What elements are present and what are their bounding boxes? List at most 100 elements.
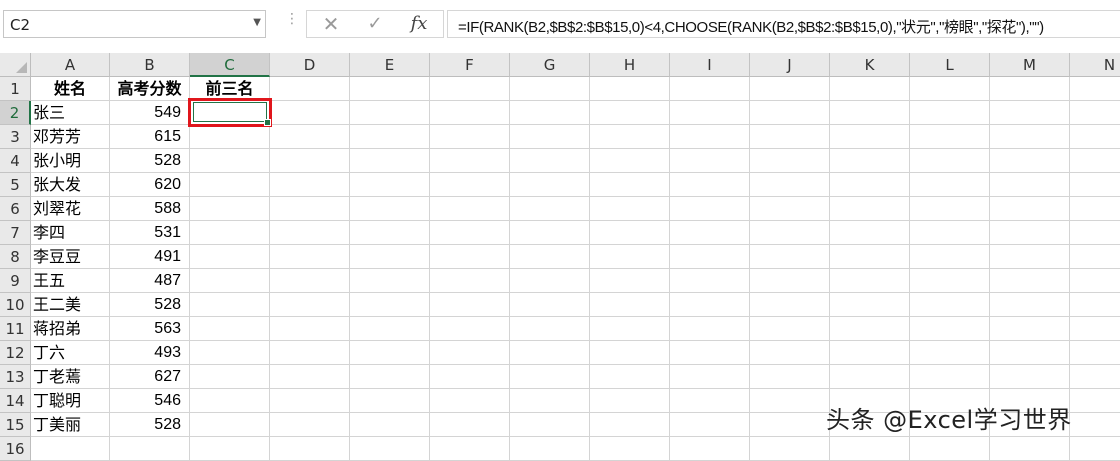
cell-m10[interactable] (990, 293, 1070, 317)
cell-m13[interactable] (990, 365, 1070, 389)
cell-c6[interactable] (190, 197, 270, 221)
cell-m1[interactable] (990, 77, 1070, 101)
cell-c16[interactable] (190, 437, 270, 461)
row-header-13[interactable]: 13 (0, 365, 31, 389)
cell-j15[interactable] (750, 413, 830, 437)
cell-c3[interactable] (190, 125, 270, 149)
cell-n15[interactable] (1070, 413, 1120, 437)
active-cell-highlight[interactable] (188, 98, 272, 127)
row-header-14[interactable]: 14 (0, 389, 31, 413)
cell-g16[interactable] (510, 437, 590, 461)
cell-i14[interactable] (670, 389, 750, 413)
cell-h4[interactable] (590, 149, 670, 173)
cell-l5[interactable] (910, 173, 990, 197)
cell-m7[interactable] (990, 221, 1070, 245)
cell-i10[interactable] (670, 293, 750, 317)
cell-n5[interactable] (1070, 173, 1120, 197)
cell-f14[interactable] (430, 389, 510, 413)
cell-f7[interactable] (430, 221, 510, 245)
cell-a13[interactable]: 丁老蔫 (31, 365, 110, 389)
cell-c8[interactable] (190, 245, 270, 269)
row-header-3[interactable]: 3 (0, 125, 31, 149)
cell-j3[interactable] (750, 125, 830, 149)
cell-e4[interactable] (350, 149, 430, 173)
cell-n14[interactable] (1070, 389, 1120, 413)
cell-b9[interactable]: 487 (110, 269, 190, 293)
cell-h16[interactable] (590, 437, 670, 461)
row-header-7[interactable]: 7 (0, 221, 31, 245)
cell-m8[interactable] (990, 245, 1070, 269)
cell-h6[interactable] (590, 197, 670, 221)
cell-e9[interactable] (350, 269, 430, 293)
cell-m16[interactable] (990, 437, 1070, 461)
cell-l11[interactable] (910, 317, 990, 341)
cell-b16[interactable] (110, 437, 190, 461)
cell-k12[interactable] (830, 341, 910, 365)
cell-n16[interactable] (1070, 437, 1120, 461)
cell-n9[interactable] (1070, 269, 1120, 293)
row-header-2[interactable]: 2 (0, 101, 31, 125)
cell-c14[interactable] (190, 389, 270, 413)
row-header-5[interactable]: 5 (0, 173, 31, 197)
cell-n7[interactable] (1070, 221, 1120, 245)
cell-k8[interactable] (830, 245, 910, 269)
row-header-15[interactable]: 15 (0, 413, 31, 437)
cell-i11[interactable] (670, 317, 750, 341)
column-header-a[interactable]: A (31, 53, 110, 77)
cell-i12[interactable] (670, 341, 750, 365)
cell-b8[interactable]: 491 (110, 245, 190, 269)
row-header-1[interactable]: 1 (0, 77, 31, 101)
row-header-16[interactable]: 16 (0, 437, 31, 461)
cell-i13[interactable] (670, 365, 750, 389)
cell-f6[interactable] (430, 197, 510, 221)
cell-i2[interactable] (670, 101, 750, 125)
cell-f3[interactable] (430, 125, 510, 149)
cell-e5[interactable] (350, 173, 430, 197)
cell-m4[interactable] (990, 149, 1070, 173)
cell-c4[interactable] (190, 149, 270, 173)
cell-b5[interactable]: 620 (110, 173, 190, 197)
cell-l3[interactable] (910, 125, 990, 149)
cell-j11[interactable] (750, 317, 830, 341)
cell-f16[interactable] (430, 437, 510, 461)
cell-b10[interactable]: 528 (110, 293, 190, 317)
cell-a15[interactable]: 丁美丽 (31, 413, 110, 437)
cell-l12[interactable] (910, 341, 990, 365)
cell-h5[interactable] (590, 173, 670, 197)
cell-b4[interactable]: 528 (110, 149, 190, 173)
cell-a5[interactable]: 张大发 (31, 173, 110, 197)
cell-h11[interactable] (590, 317, 670, 341)
cell-m12[interactable] (990, 341, 1070, 365)
cell-k9[interactable] (830, 269, 910, 293)
cell-i4[interactable] (670, 149, 750, 173)
cell-m11[interactable] (990, 317, 1070, 341)
cell-e7[interactable] (350, 221, 430, 245)
cell-i8[interactable] (670, 245, 750, 269)
cell-f1[interactable] (430, 77, 510, 101)
cell-f8[interactable] (430, 245, 510, 269)
cell-l2[interactable] (910, 101, 990, 125)
cell-n4[interactable] (1070, 149, 1120, 173)
row-header-8[interactable]: 8 (0, 245, 31, 269)
cell-k5[interactable] (830, 173, 910, 197)
cell-e6[interactable] (350, 197, 430, 221)
cell-j14[interactable] (750, 389, 830, 413)
cell-e14[interactable] (350, 389, 430, 413)
column-header-n[interactable]: N (1070, 53, 1120, 77)
cell-f10[interactable] (430, 293, 510, 317)
cell-k11[interactable] (830, 317, 910, 341)
cell-a4[interactable]: 张小明 (31, 149, 110, 173)
cell-a3[interactable]: 邓芳芳 (31, 125, 110, 149)
cell-b6[interactable]: 588 (110, 197, 190, 221)
cell-h3[interactable] (590, 125, 670, 149)
cell-h12[interactable] (590, 341, 670, 365)
cell-b11[interactable]: 563 (110, 317, 190, 341)
cell-d12[interactable] (270, 341, 350, 365)
cell-g13[interactable] (510, 365, 590, 389)
cell-a9[interactable]: 王五 (31, 269, 110, 293)
cell-m6[interactable] (990, 197, 1070, 221)
cell-n11[interactable] (1070, 317, 1120, 341)
cell-l8[interactable] (910, 245, 990, 269)
cell-c12[interactable] (190, 341, 270, 365)
cell-g6[interactable] (510, 197, 590, 221)
